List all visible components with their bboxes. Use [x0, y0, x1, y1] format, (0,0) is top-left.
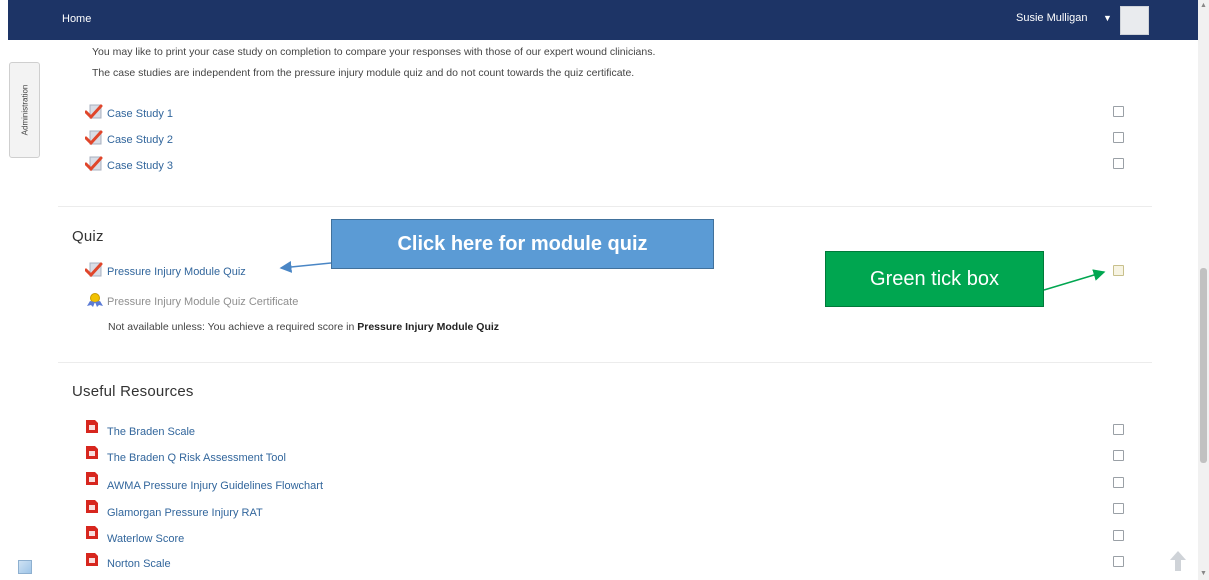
back-to-top-icon[interactable] — [1168, 549, 1188, 573]
tick-annotation-arrow — [1043, 269, 1106, 291]
quiz-annotation-arrow — [279, 260, 332, 273]
annotation-arrows — [279, 260, 1106, 291]
block-icon[interactable] — [18, 560, 32, 574]
